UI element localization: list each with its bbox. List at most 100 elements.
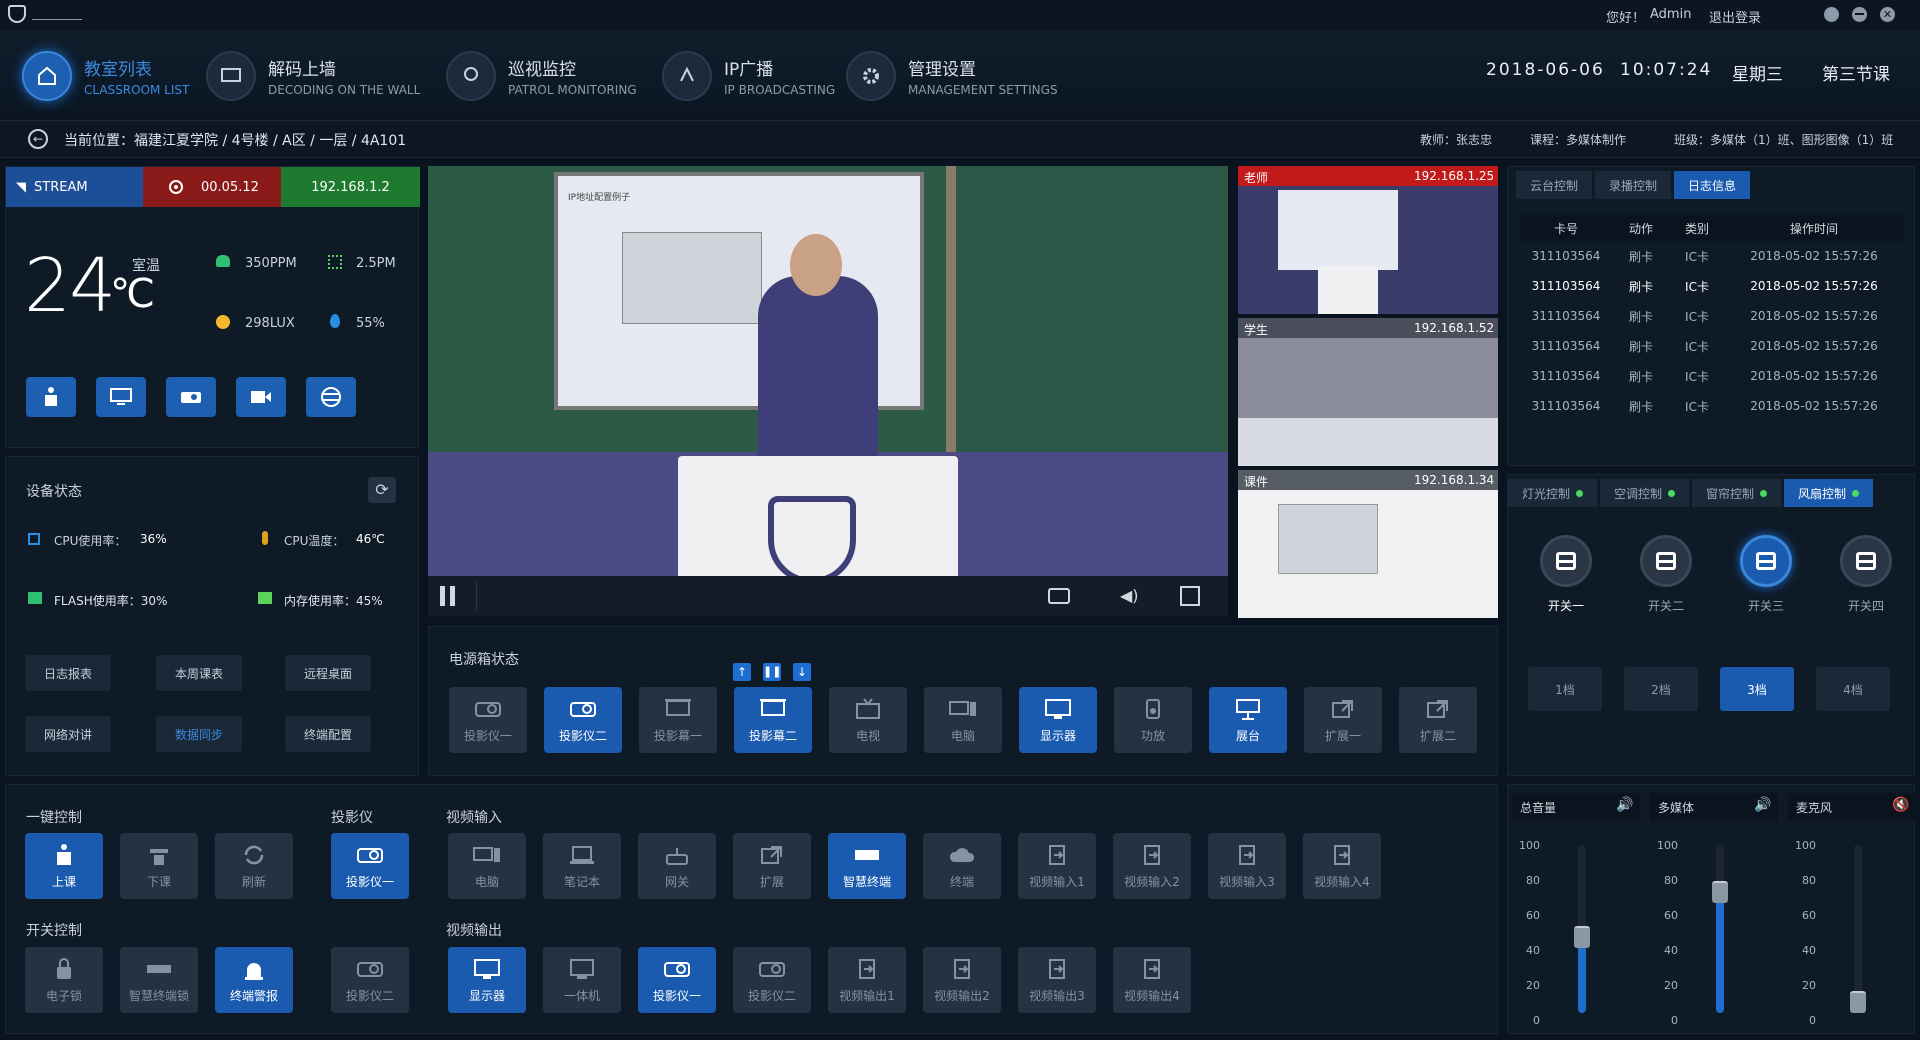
pause-icon[interactable] — [440, 586, 445, 606]
power-item[interactable]: 电视 — [829, 687, 907, 753]
tab-fan-control[interactable]: 风扇控制 — [1784, 479, 1874, 507]
video-output-button[interactable]: 一体机 — [543, 947, 621, 1013]
log-row[interactable]: 311103564 刷卡 IC卡 2018-05-02 15:57:26 — [1520, 361, 1904, 391]
volume-slider[interactable] — [1574, 845, 1590, 1013]
video-input-button[interactable]: 终端 — [923, 833, 1001, 899]
nav-ip-broadcasting[interactable]: IP广播 IP BROADCASTING — [662, 48, 835, 104]
log-row[interactable]: 311103564 刷卡 IC卡 2018-05-02 15:57:26 — [1520, 271, 1904, 301]
video-input-button[interactable]: 视频输入2 — [1113, 833, 1191, 899]
nav-management-settings[interactable]: 管理设置 MANAGEMENT SETTINGS — [846, 48, 1058, 104]
snapshot-icon[interactable] — [1048, 588, 1070, 604]
volume-slider[interactable] — [1712, 845, 1728, 1013]
student-camera[interactable]: 学生 192.168.1.52 — [1238, 318, 1498, 466]
video-input-button[interactable]: 电脑 — [448, 833, 526, 899]
speaker-icon[interactable]: 🔊 — [1754, 797, 1771, 813]
power-item[interactable]: 投影幕二 — [734, 687, 812, 753]
video-output-button[interactable]: 视频输出1 — [828, 947, 906, 1013]
video-output-button[interactable]: 投影仪二 — [733, 947, 811, 1013]
power-item[interactable]: 扩展二 — [1399, 687, 1477, 753]
switch-toggle[interactable] — [1640, 535, 1692, 587]
switch-control-button[interactable]: 电子锁 — [25, 947, 103, 1013]
volume-knob[interactable] — [1574, 926, 1590, 948]
network-button[interactable] — [306, 377, 356, 417]
switch-control-button[interactable]: 终端警报 — [215, 947, 293, 1013]
weekly-schedule-button[interactable]: 本周课表 — [156, 655, 242, 691]
log-row[interactable]: 311103564 刷卡 IC卡 2018-05-02 15:57:26 — [1520, 301, 1904, 331]
record-timer[interactable]: 00.05.12 — [143, 167, 281, 207]
tab-log-info[interactable]: 日志信息 — [1674, 171, 1751, 199]
video-input-button[interactable]: 视频输入1 — [1018, 833, 1096, 899]
power-item[interactable]: 投影仪一 — [449, 687, 527, 753]
log-report-button[interactable]: 日志报表 — [25, 655, 111, 691]
volume-knob[interactable] — [1712, 881, 1728, 903]
projector-button[interactable] — [166, 377, 216, 417]
video-input-button[interactable]: 笔记本 — [543, 833, 621, 899]
projector-button[interactable]: 投影仪一 — [331, 833, 409, 899]
settings-icon[interactable] — [1824, 7, 1839, 22]
log-row[interactable]: 311103564 刷卡 IC卡 2018-05-02 15:57:26 — [1520, 331, 1904, 361]
tab-ac-control[interactable]: 空调控制 — [1600, 479, 1690, 507]
video-output-button[interactable]: 视频输出2 — [923, 947, 1001, 1013]
nav-decoding-wall[interactable]: 解码上墙 DECODING ON THE WALL — [206, 48, 420, 104]
volume-icon[interactable]: ◀) — [1120, 586, 1139, 605]
video-input-button[interactable]: 视频输入4 — [1303, 833, 1381, 899]
arrow-up-icon[interactable]: ↑ — [733, 663, 751, 681]
tab-ptz-control[interactable]: 云台控制 — [1516, 171, 1593, 199]
video-output-button[interactable]: 投影仪一 — [638, 947, 716, 1013]
onekey-button[interactable]: 上课 — [25, 833, 103, 899]
mute-icon[interactable]: 🔇 — [1892, 797, 1909, 813]
nav-classroom-list[interactable]: 教室列表 CLASSROOM LIST — [22, 48, 189, 104]
arrow-down-icon[interactable]: ↓ — [793, 663, 811, 681]
power-item[interactable]: 扩展一 — [1304, 687, 1382, 753]
stream-button[interactable]: ◥ STREAM — [6, 167, 143, 207]
video-output-button[interactable]: 视频输出3 — [1018, 947, 1096, 1013]
switch-control-button[interactable]: 智慧终端锁 — [120, 947, 198, 1013]
power-item[interactable]: 电脑 — [924, 687, 1002, 753]
teacher-camera[interactable]: 老师 192.168.1.25 — [1238, 166, 1498, 314]
tab-light-control[interactable]: 灯光控制 — [1508, 479, 1598, 507]
video-output-button[interactable]: 视频输出4 — [1113, 947, 1191, 1013]
pause-icon[interactable]: ❚❚ — [763, 663, 781, 681]
power-item[interactable]: 投影仪二 — [544, 687, 622, 753]
power-item[interactable]: 展台 — [1209, 687, 1287, 753]
projector-button[interactable]: 投影仪二 — [331, 947, 409, 1013]
video-output-button[interactable]: 显示器 — [448, 947, 526, 1013]
video-input-button[interactable]: 网关 — [638, 833, 716, 899]
main-video[interactable]: IP地址配置例子 — [428, 166, 1228, 616]
switch-toggle[interactable] — [1740, 535, 1792, 587]
fan-level-button[interactable]: 1档 — [1528, 667, 1602, 711]
tab-curtain-control[interactable]: 窗帘控制 — [1692, 479, 1782, 507]
log-row[interactable]: 311103564 刷卡 IC卡 2018-05-02 15:57:26 — [1520, 391, 1904, 421]
back-arrow-icon[interactable]: ← — [28, 129, 48, 149]
power-item[interactable]: 投影幕一 — [639, 687, 717, 753]
username[interactable]: Admin — [1650, 7, 1691, 22]
video-input-button[interactable]: 扩展 — [733, 833, 811, 899]
video-input-button[interactable]: 视频输入3 — [1208, 833, 1286, 899]
fan-level-button[interactable]: 4档 — [1816, 667, 1890, 711]
courseware-camera[interactable]: 课件 192.168.1.34 — [1238, 470, 1498, 618]
podium-button[interactable] — [26, 377, 76, 417]
camera-button[interactable] — [236, 377, 286, 417]
terminal-config-button[interactable]: 终端配置 — [285, 716, 371, 752]
fan-level-button[interactable]: 2档 — [1624, 667, 1698, 711]
refresh-icon[interactable]: ⟳ — [368, 477, 396, 503]
switch-toggle[interactable] — [1540, 535, 1592, 587]
minimize-icon[interactable] — [1852, 7, 1867, 22]
onekey-button[interactable]: 下课 — [120, 833, 198, 899]
onekey-button[interactable]: 刷新 — [215, 833, 293, 899]
logout-link[interactable]: 退出登录 — [1709, 7, 1761, 26]
fullscreen-icon[interactable] — [1180, 586, 1200, 606]
display-button[interactable] — [96, 377, 146, 417]
power-item[interactable]: 功放 — [1114, 687, 1192, 753]
switch-toggle[interactable] — [1840, 535, 1892, 587]
volume-slider[interactable] — [1850, 845, 1866, 1013]
remote-desktop-button[interactable]: 远程桌面 — [285, 655, 371, 691]
speaker-icon[interactable]: 🔊 — [1616, 797, 1633, 813]
log-row[interactable]: 311103564 刷卡 IC卡 2018-05-02 15:57:26 — [1520, 241, 1904, 271]
power-item[interactable]: 显示器 — [1019, 687, 1097, 753]
tab-recording-control[interactable]: 录播控制 — [1595, 171, 1672, 199]
volume-knob[interactable] — [1850, 991, 1866, 1013]
nav-patrol-monitoring[interactable]: 巡视监控 PATROL MONITORING — [446, 48, 637, 104]
network-intercom-button[interactable]: 网络对讲 — [25, 716, 111, 752]
fan-level-button[interactable]: 3档 — [1720, 667, 1794, 711]
